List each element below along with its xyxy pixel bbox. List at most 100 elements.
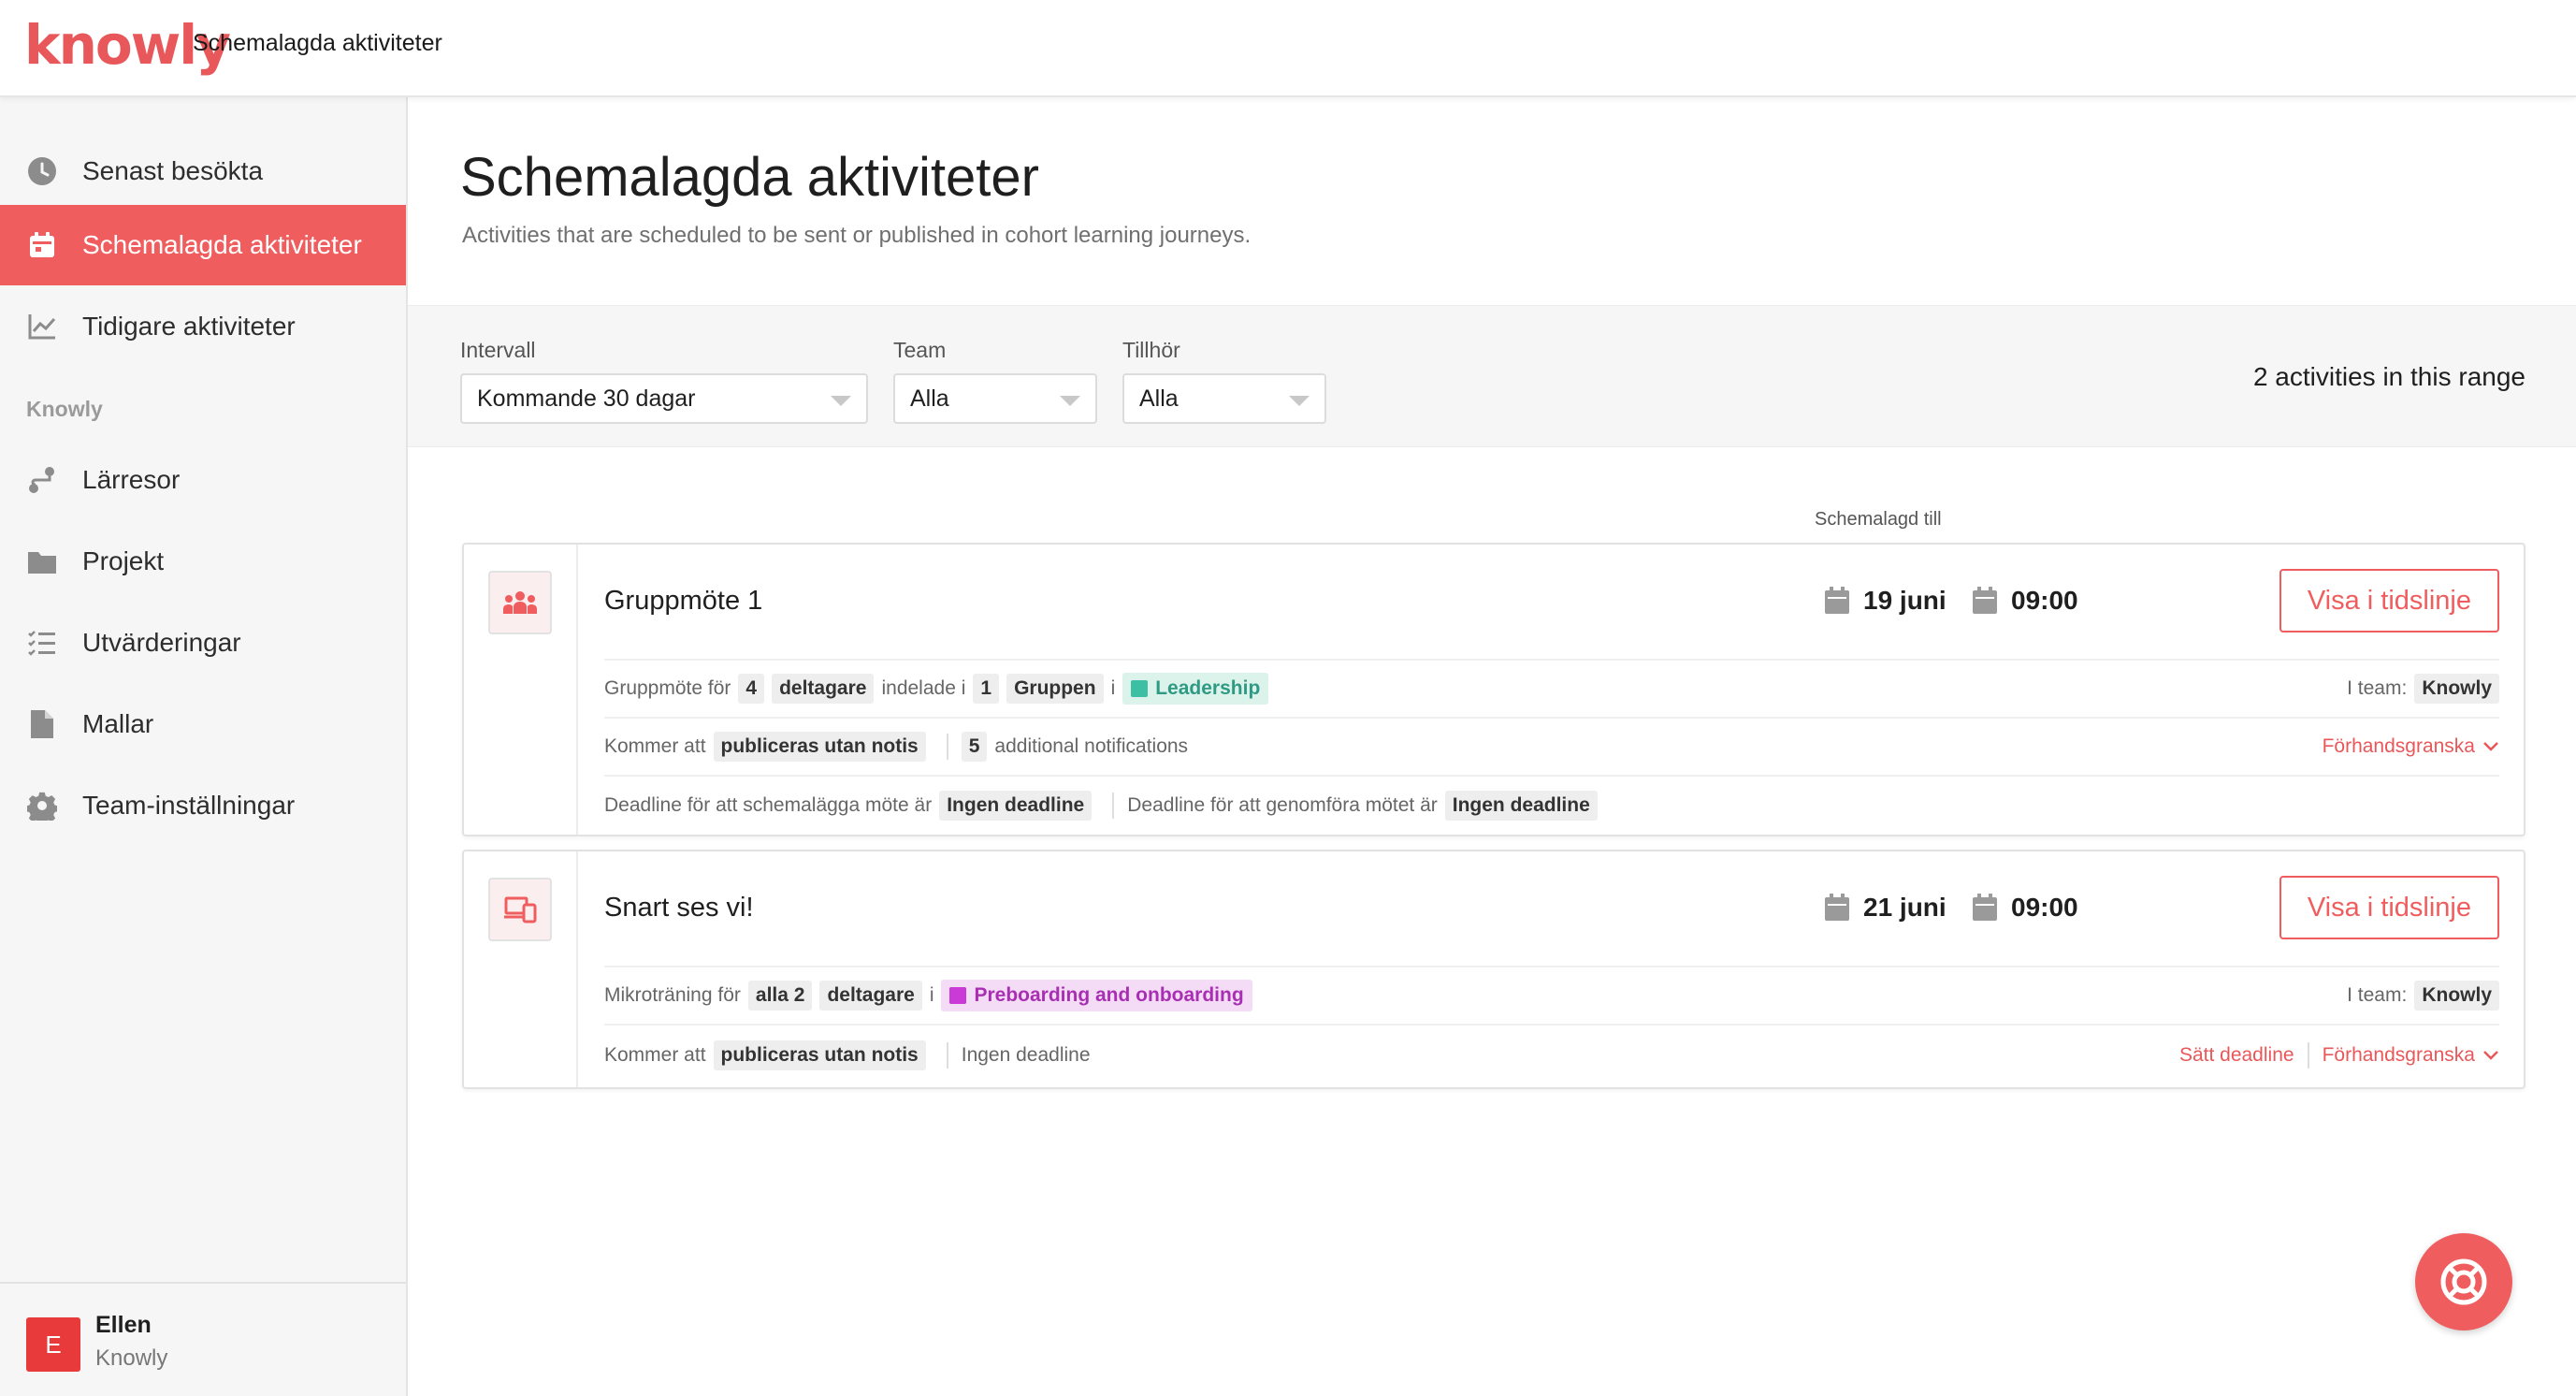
group-icon	[488, 571, 552, 634]
time-value: 09:00	[2011, 586, 2078, 615]
sidebar-item-team-settings[interactable]: Team-inställningar	[0, 765, 406, 846]
clock-icon	[26, 155, 58, 187]
detail-text: Mikroträning för	[604, 984, 741, 1006]
detail-text: i	[1110, 677, 1116, 699]
sidebar: Senast besökta Schemalagda aktiviteter T…	[0, 97, 408, 1396]
team-select[interactable]: Alla	[893, 373, 1097, 424]
chevron-down-icon	[2483, 742, 2498, 751]
scheduled-date: 19 juni	[1824, 586, 1946, 616]
activity-details-row: Gruppmöte för 4 deltagare indelade i 1 G…	[604, 659, 2499, 717]
preview-label: Förhandsgranska	[2322, 735, 2475, 757]
team-info-label: I team:	[2347, 984, 2408, 1006]
preview-link[interactable]: Förhandsgranska	[2323, 1044, 2499, 1067]
detail-text: Gruppmöte för	[604, 677, 731, 699]
team-value: Alla	[910, 385, 949, 412]
sidebar-item-past[interactable]: Tidigare aktiviteter	[0, 286, 406, 367]
participants-count: alla 2	[747, 981, 813, 1011]
team-filter: Team Alla	[893, 338, 1097, 424]
activity-title: Gruppmöte 1	[604, 586, 763, 616]
detail-text: Kommer att	[604, 735, 706, 757]
set-deadline-link[interactable]: Sätt deadline	[2179, 1044, 2294, 1067]
detail-text: additional notifications	[994, 735, 1189, 757]
help-button[interactable]	[2415, 1233, 2512, 1331]
activity-title: Snart ses vi!	[604, 893, 754, 923]
detail-text: i	[929, 984, 934, 1006]
show-in-timeline-button[interactable]: Visa i tidslinje	[2279, 876, 2499, 939]
deadline-row: Deadline för att schemalägga möte är Ing…	[604, 775, 2499, 835]
chevron-down-icon	[831, 396, 851, 406]
journey-tag[interactable]: Preboarding and onboarding	[941, 980, 1252, 1011]
participants-label: deltagare	[819, 981, 922, 1011]
card-gutter	[464, 545, 578, 835]
complete-deadline: Ingen deadline	[1444, 791, 1598, 821]
schedule-deadline: Ingen deadline	[939, 791, 1093, 821]
sidebar-item-label: Projekt	[82, 546, 165, 575]
sidebar-item-scheduled[interactable]: Schemalagda aktiviteter	[0, 205, 406, 285]
notification-count: 5	[961, 732, 988, 762]
team-label: Team	[893, 338, 947, 362]
publish-row: Kommer att publiceras utan notis Ingen d…	[604, 1024, 2499, 1085]
divider	[946, 1042, 948, 1069]
chevron-down-icon	[1060, 396, 1080, 406]
scheduled-date: 21 juni	[1824, 893, 1946, 923]
calendar-icon	[1825, 587, 1849, 614]
sidebar-item-templates[interactable]: Mallar	[0, 684, 406, 764]
card-gutter	[464, 851, 578, 1087]
tag-label: Preboarding and onboarding	[974, 984, 1244, 1006]
belongs-select[interactable]: Alla	[1122, 373, 1326, 424]
deadline-text: Ingen deadline	[961, 1044, 1091, 1066]
avatar: E	[26, 1317, 80, 1372]
show-in-timeline-button[interactable]: Visa i tidslinje	[2279, 569, 2499, 633]
sidebar-item-evaluations[interactable]: Utvärderingar	[0, 603, 406, 683]
publish-mode: publiceras utan notis	[713, 1040, 926, 1070]
sidebar-item-recent[interactable]: Senast besökta	[0, 131, 406, 211]
filter-bar: Intervall Kommande 30 dagar Team Alla Ti…	[408, 305, 2576, 447]
user-name: Ellen	[95, 1312, 152, 1338]
divider	[1112, 793, 1115, 819]
tag-label: Leadership	[1155, 677, 1261, 699]
calendar-icon	[1825, 894, 1849, 921]
chart-icon	[26, 311, 58, 342]
sidebar-item-projects[interactable]: Projekt	[0, 521, 406, 602]
activity-card: Gruppmöte 1 19 juni 09:00 Visa i tidslin…	[462, 543, 2525, 836]
activity-count: 2 activities in this range	[2252, 362, 2525, 391]
top-bar: knowly Schemalagda aktiviteter	[0, 0, 2576, 97]
belongs-label: Tillhör	[1122, 338, 1180, 362]
sidebar-item-label: Utvärderingar	[82, 628, 241, 657]
checklist-icon	[26, 627, 58, 659]
participants-label: deltagare	[772, 674, 875, 704]
sidebar-item-label: Lärresor	[82, 465, 181, 494]
main-content: Schemalagda aktiviteter Activities that …	[408, 97, 2576, 1396]
folder-icon	[26, 545, 58, 577]
belongs-filter: Tillhör Alla	[1122, 338, 1326, 424]
sidebar-item-journeys[interactable]: Lärresor	[0, 440, 406, 520]
participants-count: 4	[738, 674, 765, 704]
chevron-down-icon	[2483, 1051, 2498, 1060]
journey-tag[interactable]: Leadership	[1122, 673, 1269, 705]
sidebar-item-label: Tidigare aktiviteter	[82, 312, 296, 341]
activity-details-row: Mikroträning för alla 2 deltagare i Preb…	[604, 966, 2499, 1024]
scheduled-time: 09:00	[1972, 586, 2078, 616]
tag-color-swatch	[949, 987, 967, 1004]
sidebar-item-label: Senast besökta	[82, 156, 264, 185]
date-value: 19 juni	[1863, 586, 1946, 615]
calendar-icon	[26, 229, 58, 261]
divider	[946, 734, 948, 760]
groups-label: Gruppen	[1006, 674, 1104, 704]
interval-select[interactable]: Kommande 30 dagar	[460, 373, 868, 424]
user-profile[interactable]: E Ellen Knowly	[0, 1282, 406, 1396]
page-title: Schemalagda aktiviteter	[460, 147, 1039, 208]
detail-text: Deadline för att schemalägga möte är	[604, 794, 933, 816]
preview-link[interactable]: Förhandsgranska	[2323, 735, 2499, 758]
team-name: Knowly	[2414, 674, 2499, 704]
gear-icon	[26, 790, 58, 822]
sidebar-item-label: Mallar	[82, 709, 154, 738]
route-icon	[26, 464, 58, 496]
scheduled-time: 09:00	[1972, 893, 2078, 923]
time-value: 09:00	[2011, 893, 2078, 922]
team-info: I team: Knowly	[2347, 981, 2499, 1011]
team-info-label: I team:	[2347, 677, 2408, 699]
sidebar-section-label: Knowly	[26, 397, 103, 421]
date-value: 21 juni	[1863, 893, 1946, 922]
preview-label: Förhandsgranska	[2322, 1044, 2475, 1066]
